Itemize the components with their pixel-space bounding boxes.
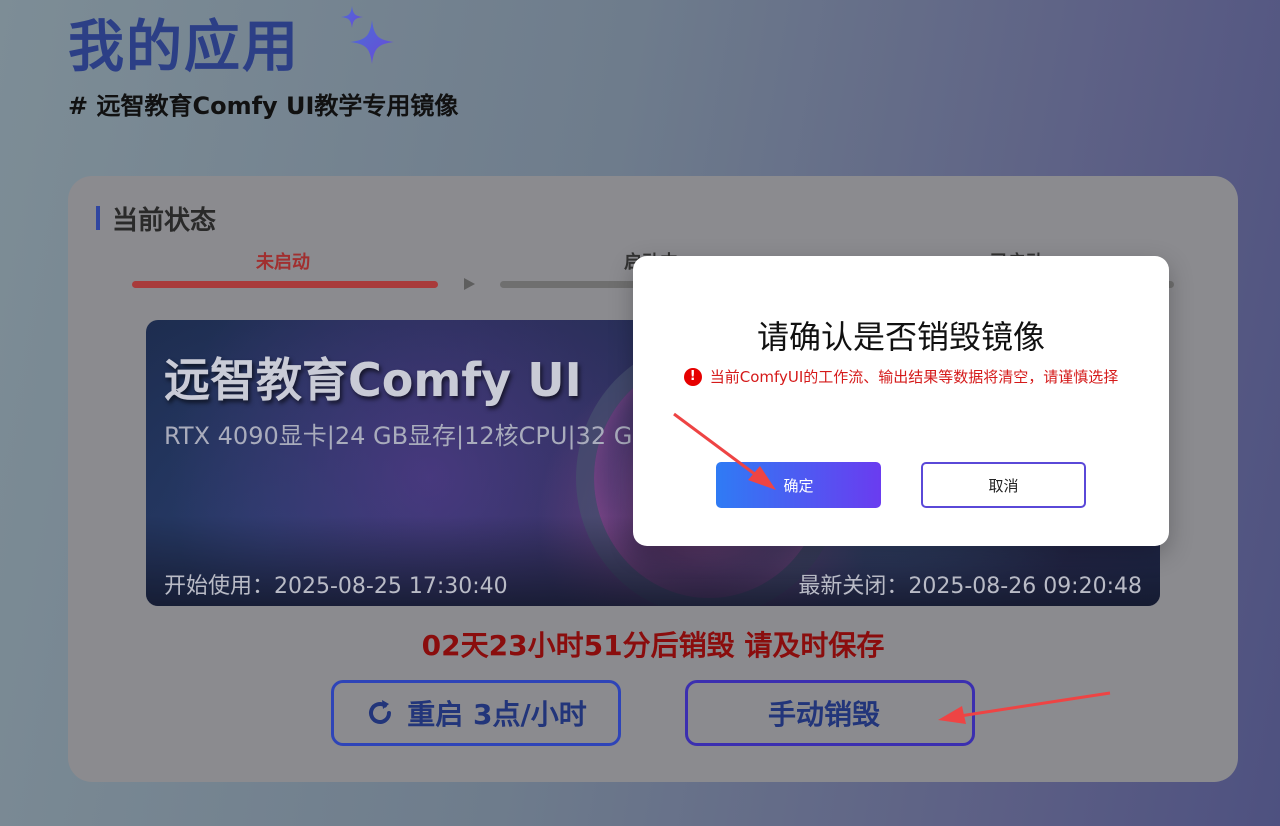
page-title: 我的应用	[68, 15, 300, 80]
confirm-dialog: 请确认是否销毁镜像 ! 当前ComfyUI的工作流、输出结果等数据将清空，请谨慎…	[633, 256, 1169, 546]
warning-text: 当前ComfyUI的工作流、输出结果等数据将清空，请谨慎选择	[709, 368, 1119, 386]
refresh-icon	[369, 700, 392, 724]
restart-button[interactable]: 重启 3点/小时	[331, 680, 621, 746]
destroy-label: 手动销毁	[767, 698, 880, 731]
step-arrow-icon	[464, 278, 475, 290]
manual-destroy-button[interactable]: 手动销毁	[685, 680, 975, 746]
warning-icon: !	[683, 367, 702, 386]
page-subtitle: # 远智教育Comfy UI教学专用镜像	[68, 92, 459, 120]
step-not-started: 未启动	[256, 252, 310, 273]
destroy-countdown: 02天23小时51分后销毁 请及时保存	[421, 629, 885, 662]
start-time: 开始使用：2025-08-25 17:30:40	[164, 574, 508, 599]
section-title: 当前状态	[96, 200, 216, 237]
banner-title: 远智教育Comfy UI	[164, 353, 582, 407]
sparkle-icon	[341, 6, 394, 64]
restart-label: 重启 3点/小时	[407, 698, 587, 731]
step-bar-not-started	[132, 281, 438, 288]
cancel-button[interactable]: 取消	[921, 462, 1086, 508]
last-close-time: 最新关闭：2025-08-26 09:20:48	[798, 574, 1142, 599]
dialog-title: 请确认是否销毁镜像	[756, 318, 1045, 356]
banner-spec: RTX 4090显卡|24 GB显存|12核CPU|32 GB内存	[164, 422, 697, 450]
confirm-button[interactable]: 确定	[716, 462, 881, 508]
dialog-warning: ! 当前ComfyUI的工作流、输出结果等数据将清空，请谨慎选择	[633, 366, 1169, 387]
